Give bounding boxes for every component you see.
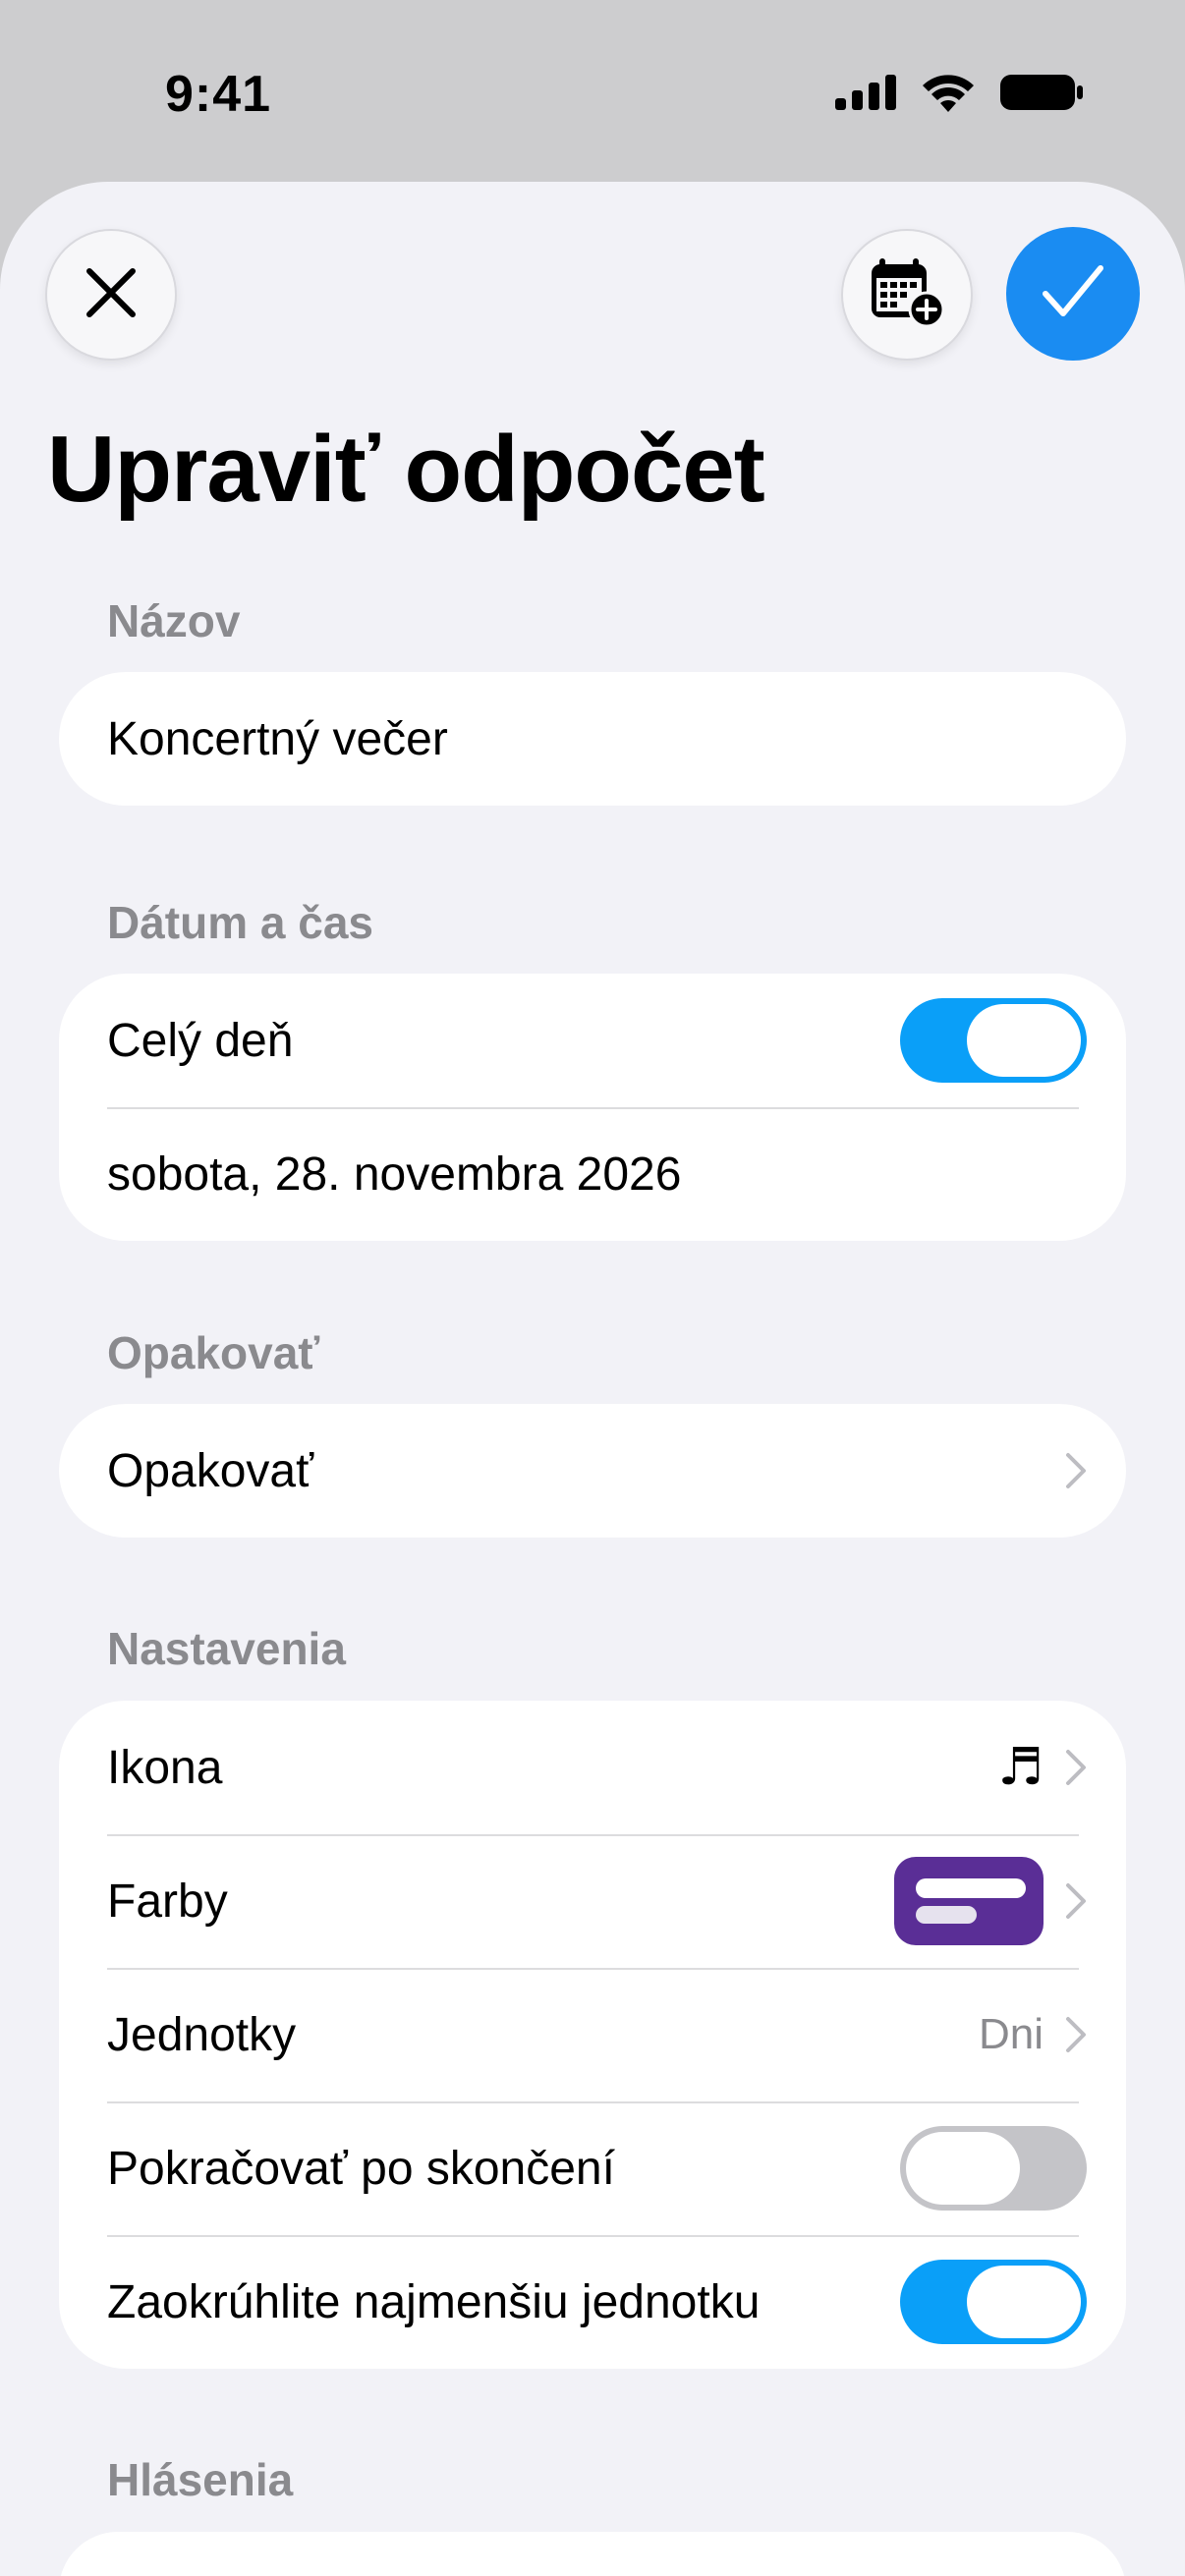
- settings-card: Ikona ♬ Farby Jednotky Dni Pokračovať po…: [59, 1701, 1126, 2369]
- all-day-label: Celý deň: [107, 1014, 294, 1067]
- status-time: 9:41: [165, 66, 272, 123]
- all-day-toggle[interactable]: [900, 998, 1087, 1083]
- datetime-card: Celý deň sobota, 28. novembra 2026: [59, 974, 1126, 1241]
- color-swatch: [894, 1857, 1044, 1945]
- colors-row[interactable]: Farby: [59, 1834, 1126, 1968]
- checkmark-icon: [1042, 264, 1104, 324]
- chevron-right-icon: [1065, 1882, 1087, 1920]
- continue-after-end-row: Pokračovať po skončení: [59, 2101, 1126, 2235]
- chevron-right-icon: [1065, 1452, 1087, 1489]
- close-button[interactable]: [45, 229, 177, 361]
- music-note-icon: ♬: [997, 1738, 1044, 1797]
- section-label-datetime: Dátum a čas: [107, 897, 374, 948]
- repeat-row-label: Opakovať: [107, 1444, 314, 1497]
- save-button[interactable]: [1006, 227, 1140, 361]
- units-row-label: Jednotky: [107, 2008, 297, 2061]
- section-label-notifications: Hlásenia: [107, 2454, 294, 2505]
- status-bar: 9:41: [0, 0, 1185, 187]
- continue-after-end-toggle[interactable]: [900, 2126, 1087, 2211]
- section-label-settings: Nastavenia: [107, 1623, 346, 1674]
- name-field[interactable]: Koncertný večer: [59, 672, 1126, 806]
- chevron-right-icon: [1065, 2016, 1087, 2053]
- page-title: Upraviť odpočet: [47, 417, 765, 522]
- notifications-card: [59, 2532, 1126, 2576]
- section-label-name: Názov: [107, 595, 241, 646]
- all-day-row: Celý deň: [59, 974, 1126, 1107]
- chevron-right-icon: [1065, 1749, 1087, 1786]
- colors-row-label: Farby: [107, 1875, 228, 1928]
- date-value: sobota, 28. novembra 2026: [107, 1148, 682, 1201]
- round-smallest-unit-row: Zaokrúhlite najmenšiu jednotku: [59, 2235, 1126, 2369]
- round-smallest-unit-toggle[interactable]: [900, 2260, 1087, 2344]
- add-to-calendar-button[interactable]: [841, 229, 973, 361]
- continue-after-end-label: Pokračovať po skončení: [107, 2142, 615, 2195]
- cellular-signal-icon: [835, 75, 896, 110]
- name-card: Koncertný večer: [59, 672, 1126, 806]
- close-icon: [84, 265, 139, 325]
- icon-row-label: Ikona: [107, 1741, 223, 1794]
- repeat-row[interactable]: Opakovať: [59, 1404, 1126, 1538]
- edit-countdown-sheet: Upraviť odpočet Názov Koncertný večer Dá…: [0, 182, 1185, 2576]
- repeat-card: Opakovať: [59, 1404, 1126, 1538]
- wifi-icon: [922, 73, 975, 112]
- name-field-value: Koncertný večer: [107, 712, 448, 765]
- calendar-add-icon: [870, 257, 945, 332]
- date-row[interactable]: sobota, 28. novembra 2026: [59, 1107, 1126, 1241]
- section-label-repeat: Opakovať: [107, 1327, 320, 1378]
- units-value: Dni: [978, 2010, 1044, 2058]
- status-icons: [835, 73, 1083, 112]
- round-smallest-unit-label: Zaokrúhlite najmenšiu jednotku: [107, 2275, 761, 2328]
- battery-icon: [1000, 73, 1083, 112]
- units-row[interactable]: Jednotky Dni: [59, 1968, 1126, 2101]
- icon-row[interactable]: Ikona ♬: [59, 1701, 1126, 1834]
